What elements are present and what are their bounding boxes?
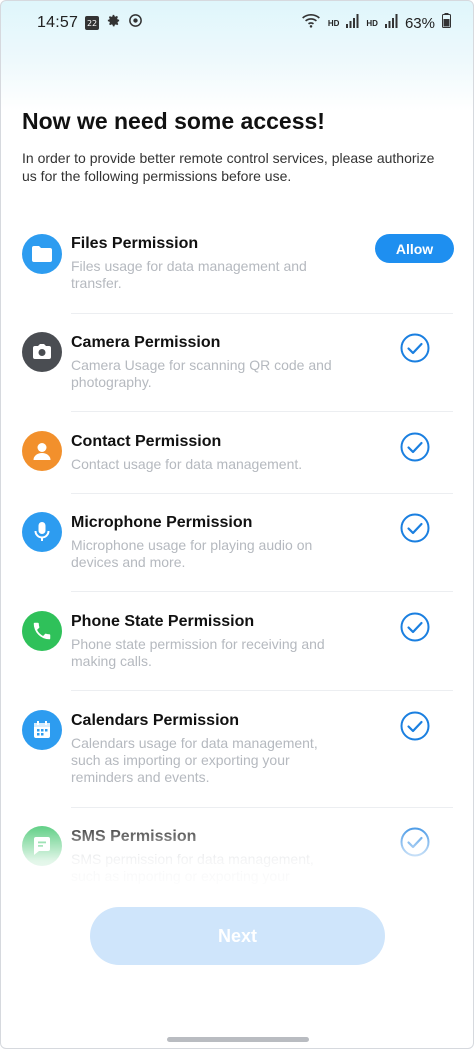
- permission-item-calendars[interactable]: Calendars Permission Calendars usage for…: [22, 708, 453, 803]
- divider: [71, 313, 453, 314]
- permission-title: Calendars Permission: [71, 712, 240, 729]
- granted-check-icon: [400, 513, 430, 543]
- permission-item-phone-state[interactable]: Phone State Permission Phone state permi…: [22, 609, 453, 689]
- battery-icon: [442, 13, 451, 33]
- calendar-notification-icon: 22: [85, 16, 100, 30]
- permission-description: Contact usage for data management.: [71, 456, 303, 472]
- divider: [71, 591, 453, 592]
- permission-description: Files usage for data management and tran…: [71, 258, 307, 291]
- status-time: 14:57: [37, 14, 79, 31]
- hd-voice-label: HD: [327, 18, 340, 28]
- granted-check-icon: [400, 827, 430, 857]
- hd-voice-label-2: HD: [366, 18, 378, 28]
- sync-icon: [128, 13, 143, 33]
- permission-item-contact[interactable]: Contact Permission Contact usage for dat…: [22, 429, 453, 489]
- app-screen: 14:57 22 HD HD 63% Now we need some acce…: [0, 0, 474, 1049]
- home-indicator[interactable]: [167, 1037, 309, 1042]
- camera-icon: [22, 332, 62, 372]
- permission-item-camera[interactable]: Camera Permission Camera Usage for scann…: [22, 330, 453, 410]
- granted-check-icon: [400, 333, 430, 363]
- granted-check-icon: [400, 711, 430, 741]
- settings-gear-icon: [106, 13, 121, 33]
- folder-icon: [22, 234, 62, 274]
- permission-title: SMS Permission: [71, 828, 197, 845]
- permission-description: Microphone usage for playing audio on de…: [71, 537, 313, 570]
- permission-title: Microphone Permission: [71, 514, 253, 531]
- permission-item-sms[interactable]: SMS Permission SMS permission for data m…: [22, 824, 453, 894]
- permission-title: Phone State Permission: [71, 613, 255, 630]
- allow-files-button[interactable]: Allow: [375, 234, 454, 263]
- permission-item-files[interactable]: Files Permission Files usage for data ma…: [22, 231, 454, 311]
- permission-title: Camera Permission: [71, 334, 221, 351]
- next-button[interactable]: Next: [90, 907, 385, 965]
- signal-icon: [346, 13, 359, 33]
- phone-icon: [22, 611, 62, 651]
- permission-description: Camera Usage for scanning QR code and ph…: [71, 357, 332, 390]
- permission-description: SMS permission for data management, such…: [71, 851, 314, 884]
- divider: [71, 807, 453, 808]
- sms-icon: [22, 826, 62, 866]
- permission-item-microphone[interactable]: Microphone Permission Microphone usage f…: [22, 510, 453, 590]
- page-title: Now we need some access!: [22, 108, 325, 134]
- permission-description: Phone state permission for receiving and…: [71, 636, 325, 669]
- divider: [71, 411, 453, 412]
- divider: [71, 690, 453, 691]
- permission-description: Calendars usage for data management, suc…: [71, 735, 318, 785]
- status-bar: 14:57 22 HD HD 63%: [1, 1, 473, 45]
- wifi-icon: [301, 13, 321, 33]
- divider: [71, 493, 453, 494]
- microphone-icon: [22, 512, 62, 552]
- calendar-icon: [22, 710, 62, 750]
- permission-title: Files Permission: [71, 235, 199, 252]
- granted-check-icon: [400, 612, 430, 642]
- battery-percent: 63%: [404, 14, 435, 32]
- contact-icon: [22, 431, 62, 471]
- permission-title: Contact Permission: [71, 433, 222, 450]
- page-subtitle: In order to provide better remote contro…: [22, 150, 435, 184]
- signal-icon-2: [384, 13, 398, 33]
- granted-check-icon: [400, 432, 430, 462]
